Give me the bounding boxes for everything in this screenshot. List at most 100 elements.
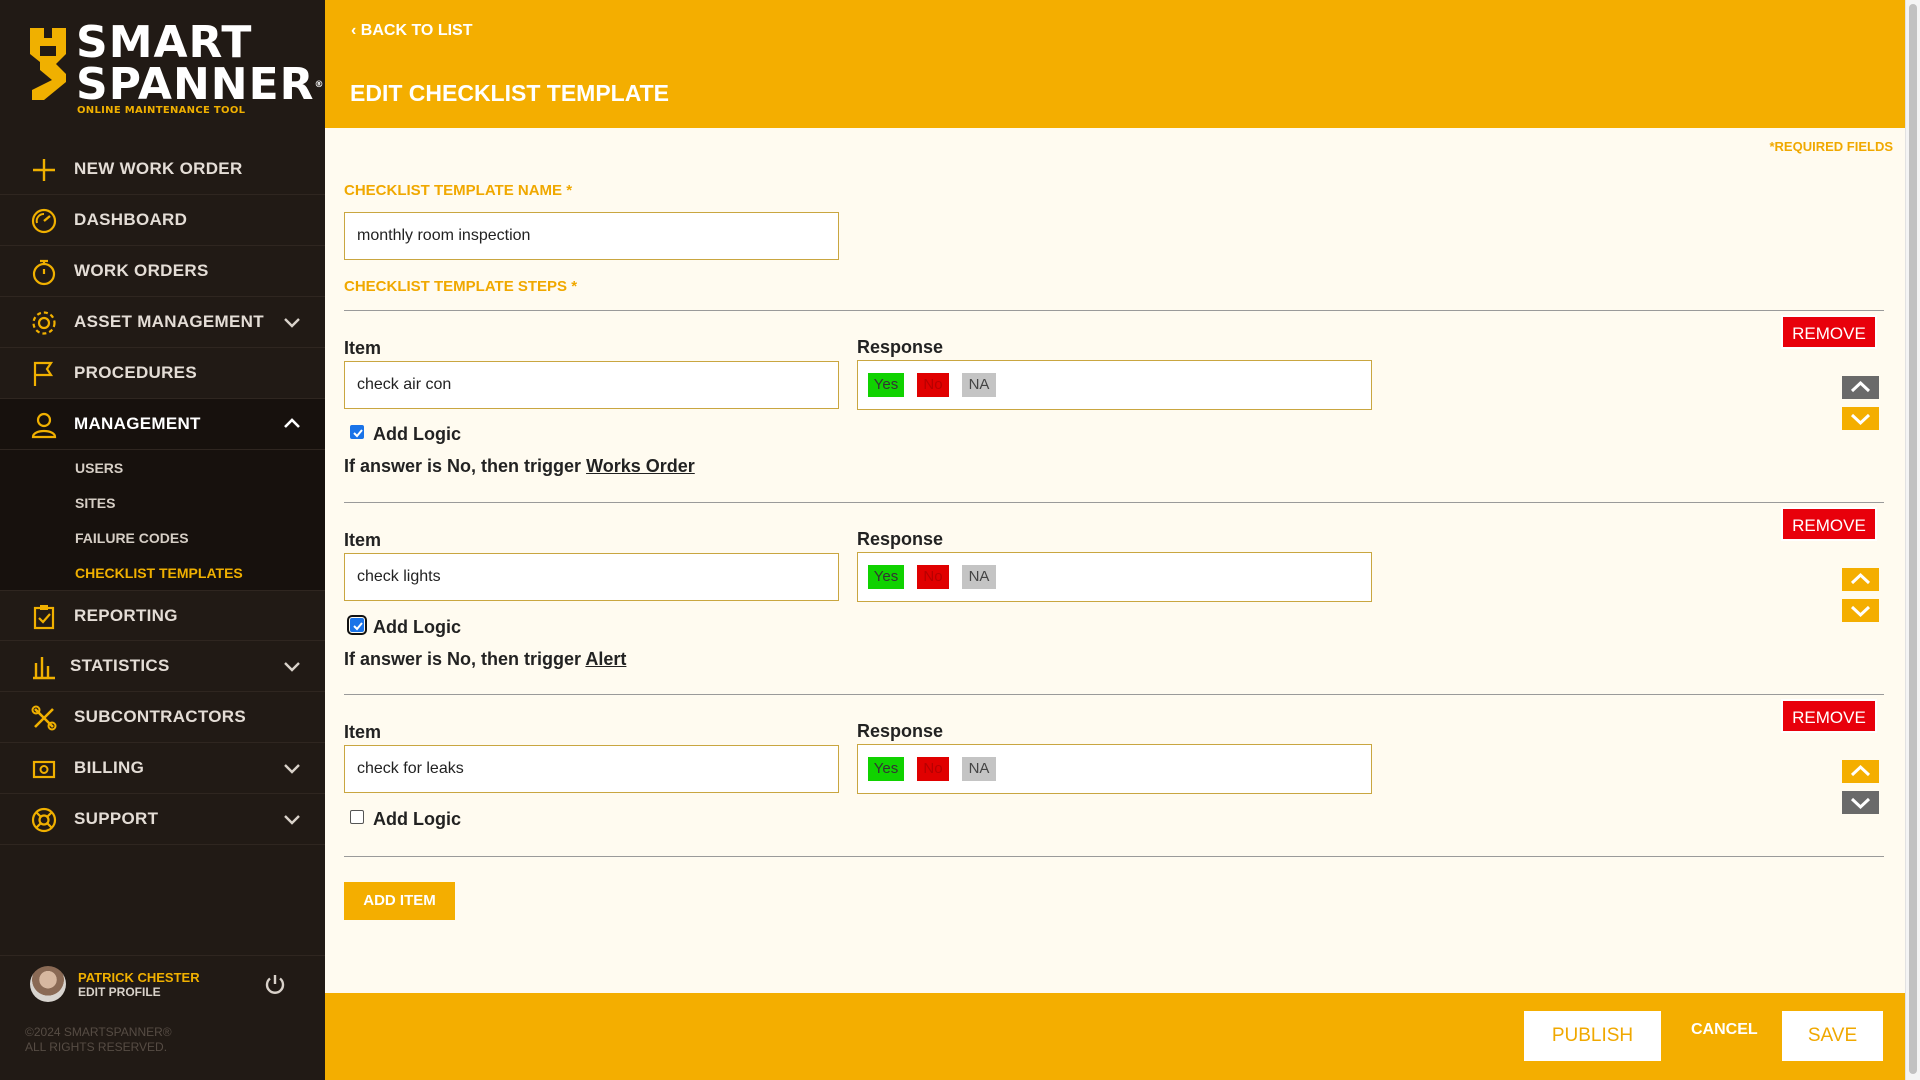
item-input[interactable]: check for leaks [344,745,839,793]
money-icon [32,760,56,779]
move-up-button[interactable] [1842,760,1879,783]
remove-button[interactable]: REMOVE [1781,699,1877,733]
nav-reporting[interactable]: REPORTING [0,590,325,641]
add-logic-checkbox[interactable] [347,615,367,635]
move-down-button[interactable] [1842,791,1879,814]
logo-reg-mark: ® [314,80,325,90]
gear-icon [32,311,56,335]
gauge-icon [31,208,57,234]
nav-statistics[interactable]: STATISTICS [0,641,325,692]
scrollbar[interactable] [1905,0,1920,1080]
divider [344,502,1884,503]
nav-dashboard[interactable]: DASHBOARD [0,195,325,246]
response-label: Response [857,721,944,741]
logic-trigger-link[interactable]: Alert [585,649,626,669]
check-icon [353,622,363,631]
sub-sites[interactable]: SITES [0,485,325,520]
chevron-left-icon: ‹ [351,22,361,39]
add-logic-checkbox[interactable] [350,810,364,824]
add-item-button[interactable]: ADD ITEM [344,882,455,920]
nav-work-orders[interactable]: WORK ORDERS [0,246,325,297]
nav-label: WORK ORDERS [74,261,209,280]
chevron-down-icon [284,318,300,328]
bar-chart-icon [33,657,55,680]
edit-profile-link[interactable]: EDIT PROFILE [78,985,161,999]
response-na[interactable]: NA [962,373,996,397]
logic-rule: If answer is No, then trigger Works Orde… [344,456,695,477]
nav-billing[interactable]: BILLING [0,743,325,794]
response-no[interactable]: No [917,757,949,781]
sub-failure-codes[interactable]: FAILURE CODES [0,520,325,555]
response-no[interactable]: No [917,373,949,397]
chevron-down-icon [284,662,300,672]
back-label: BACK TO LIST [360,22,473,39]
response-no[interactable]: No [917,565,949,589]
response-options: Yes No NA [857,744,1372,794]
move-down-button[interactable] [1842,599,1879,622]
copyright-line-1: ©2024 SMARTSPANNER® [25,1025,172,1039]
response-na[interactable]: NA [962,757,996,781]
add-logic-label: Add Logic [373,424,461,444]
chevron-down-icon [1850,413,1871,426]
remove-button[interactable]: REMOVE [1781,315,1877,349]
response-yes[interactable]: Yes [868,757,904,781]
user-icon [31,412,57,439]
nav-procedures[interactable]: PROCEDURES [0,348,325,399]
save-button[interactable]: SAVE [1782,1011,1883,1061]
template-steps-label: CHECKLIST TEMPLATE STEPS * [344,278,578,295]
template-name-label: CHECKLIST TEMPLATE NAME * [344,182,573,199]
page-header: ‹ BACK TO LIST EDIT CHECKLIST TEMPLATE [325,0,1905,128]
nav-label: BILLING [74,758,145,777]
check-icon [353,429,363,438]
response-options: Yes No NA [857,552,1372,602]
sub-users[interactable]: USERS [0,450,325,485]
chevron-down-icon [284,815,300,825]
nav-label: SUPPORT [74,809,159,828]
logic-rule: If answer is No, then trigger Alert [344,649,626,670]
response-yes[interactable]: Yes [868,565,904,589]
item-label: Item [344,722,382,742]
nav-label: REPORTING [74,605,178,625]
response-yes[interactable]: Yes [868,373,904,397]
response-na[interactable]: NA [962,565,996,589]
remove-button[interactable]: REMOVE [1781,507,1877,541]
divider [344,310,1884,311]
nav-management[interactable]: MANAGEMENT [0,399,325,450]
cancel-button[interactable]: CANCEL [1691,1021,1758,1039]
move-down-button[interactable] [1842,407,1879,430]
nav-label: NEW WORK ORDER [74,159,243,178]
move-up-button[interactable] [1842,568,1879,591]
item-input[interactable]: check lights [344,553,839,601]
template-name-input[interactable]: monthly room inspection [344,212,839,260]
logo-wordmark: SMART SPANNER® [76,17,325,107]
avatar[interactable] [30,966,66,1002]
add-logic-checkbox[interactable] [350,425,364,439]
logo[interactable]: SMART SPANNER® ONLINE MAINTENANCE TOOL [26,21,324,122]
nav-label: SUBCONTRACTORS [74,707,247,726]
plus-icon [33,159,55,181]
nav-new-work-order[interactable]: NEW WORK ORDER [0,144,325,195]
sub-checklist-templates[interactable]: CHECKLIST TEMPLATES [0,555,325,590]
user-name: PATRICK CHESTER [78,970,200,985]
nav-subcontractors[interactable]: SUBCONTRACTORS [0,692,325,743]
copyright-line-2: ALL RIGHTS RESERVED. [25,1040,168,1054]
spanner-logo-icon [30,28,66,100]
nav-support[interactable]: SUPPORT [0,794,325,845]
nav-asset-management[interactable]: ASSET MANAGEMENT [0,297,325,348]
divider [344,856,1884,857]
action-footer: PUBLISH CANCEL SAVE [325,993,1905,1080]
required-fields-note: *REQUIRED FIELDS [1769,139,1893,154]
item-input[interactable]: check air con [344,361,839,409]
logo-line-1: SMART [76,17,253,68]
scrollbar-thumb[interactable] [1909,4,1917,1074]
response-options: Yes No NA [857,360,1372,410]
logic-prefix: If answer is No, then trigger [344,649,582,669]
logic-trigger-link[interactable]: Works Order [586,456,695,476]
publish-button[interactable]: PUBLISH [1524,1011,1661,1061]
back-to-list-link[interactable]: ‹ BACK TO LIST [351,22,472,40]
nav-label: STATISTICS [70,656,170,675]
add-logic-label: Add Logic [373,809,461,829]
power-icon[interactable] [263,972,287,996]
move-up-button[interactable] [1842,376,1879,399]
response-label: Response [857,529,944,549]
